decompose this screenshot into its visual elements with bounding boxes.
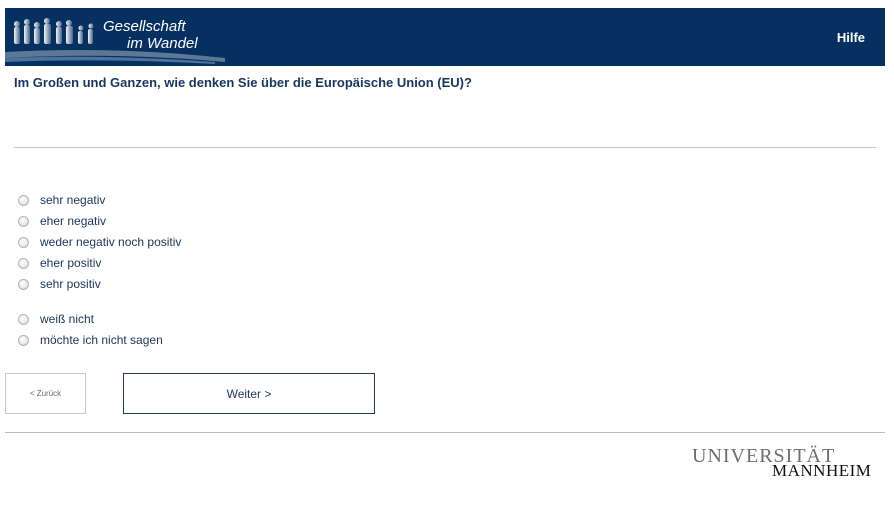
option-label: sehr positiv <box>40 277 101 291</box>
radio-button[interactable] <box>18 334 29 346</box>
gesellschaft-im-wandel-logo: Gesellschaft im Wandel <box>5 8 225 66</box>
logo-title-line1: Gesellschaft <box>103 18 186 35</box>
option-eher-positiv[interactable]: eher positiv <box>18 255 101 271</box>
option-sehr-negativ[interactable]: sehr negativ <box>18 192 105 208</box>
radio-button[interactable] <box>18 215 29 227</box>
radio-button[interactable] <box>18 194 29 206</box>
logo-title-line2: im Wandel <box>127 35 198 52</box>
next-button[interactable]: Weiter > <box>123 373 375 414</box>
university-logo-line2: MANNHEIM <box>772 461 872 480</box>
radio-button[interactable] <box>18 313 29 325</box>
option-label: eher negativ <box>40 214 107 228</box>
divider <box>14 147 876 148</box>
radio-button[interactable] <box>18 236 29 248</box>
option-label: weiß nicht <box>40 312 95 326</box>
header-bar: Gesellschaft im Wandel Hilfe <box>5 8 885 66</box>
option-eher-negativ[interactable]: eher negativ <box>18 213 106 229</box>
option-weiss-nicht[interactable]: weiß nicht <box>18 311 94 327</box>
option-moechte-ich-nicht-sagen[interactable]: möchte ich nicht sagen <box>18 332 163 348</box>
option-sehr-positiv[interactable]: sehr positiv <box>18 276 101 292</box>
university-mannheim-logo: UNIVERSITÄT MANNHEIM <box>690 445 875 481</box>
radio-button[interactable] <box>18 257 29 269</box>
question-text: Im Großen und Ganzen, wie denken Sie übe… <box>14 75 472 90</box>
option-weder-negativ-noch-positiv[interactable]: weder negativ noch positiv <box>18 234 181 250</box>
option-label: sehr negativ <box>40 193 106 207</box>
option-label: weder negativ noch positiv <box>40 235 182 249</box>
survey-page: Gesellschaft im Wandel Hilfe Im Großen u… <box>0 0 894 519</box>
option-label: eher positiv <box>40 256 102 270</box>
radio-button[interactable] <box>18 278 29 290</box>
option-label: möchte ich nicht sagen <box>40 333 163 347</box>
help-link[interactable]: Hilfe <box>837 30 865 45</box>
back-button[interactable]: < Zurück <box>5 373 86 414</box>
footer-divider <box>5 432 885 433</box>
